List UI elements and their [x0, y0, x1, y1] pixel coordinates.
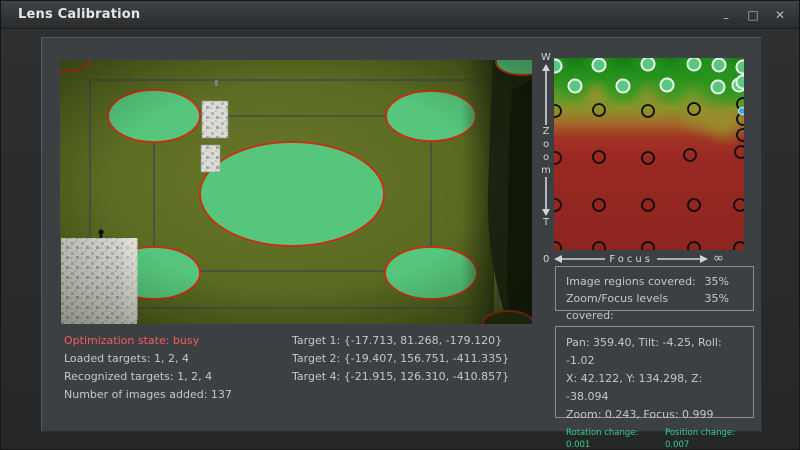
- arrow-down-icon: [540, 177, 552, 217]
- y-axis-tele-label: T: [543, 217, 549, 228]
- coverage-value: 35%: [705, 290, 743, 324]
- close-icon[interactable]: ✕: [773, 8, 787, 22]
- coverage-row: Zoom/Focus levels covered: 35%: [566, 290, 743, 324]
- x-axis-infinity-label: ∞: [713, 254, 724, 264]
- optimization-state: Optimization state: busy: [64, 332, 289, 350]
- heatmap-point-covered: [617, 80, 630, 93]
- heatmap-image: [554, 58, 744, 250]
- position-change: Position change: 0.007: [665, 427, 743, 450]
- heatmap-point-covered: [593, 59, 606, 72]
- telemetry-box: Pan: 359.40, Tilt: -4.25, Roll: -1.02 X:…: [555, 326, 754, 418]
- heatmap-point-covered: [554, 60, 562, 73]
- optics-readout: Zoom: 0.243, Focus: 0.999: [566, 406, 743, 424]
- lens-calibration-window: Lens Calibration – □ ✕: [0, 0, 800, 450]
- target-coordinates: Target 4: {-21.915, 126.310, -410.857}: [292, 368, 537, 386]
- content-panel: W Z o o m T: [41, 37, 762, 432]
- target-coordinates: Target 1: {-17.713, 81.268, -179.120}: [292, 332, 537, 350]
- heatmap-point-covered: [569, 80, 582, 93]
- camera-view-image: [60, 60, 532, 324]
- heatmap-point-covered: [642, 58, 655, 71]
- heatmap-point-covered: [661, 79, 674, 92]
- targets-block: Target 1: {-17.713, 81.268, -179.120} Ta…: [292, 332, 537, 386]
- coverage-value: 35%: [705, 273, 743, 290]
- arrow-up-icon: [540, 63, 552, 125]
- arrow-left-icon: [553, 254, 605, 264]
- pose-readout: Pan: 359.40, Tilt: -4.25, Roll: -1.02: [566, 334, 743, 370]
- status-block: Optimization state: busy Loaded targets:…: [64, 332, 289, 404]
- heatmap-point-covered: [737, 76, 745, 89]
- change-readouts: Rotation change: 0.001 Position change: …: [566, 427, 743, 450]
- arrow-right-icon: [657, 254, 709, 264]
- target-coordinates: Target 2: {-19.407, 156.751, -411.335}: [292, 350, 537, 368]
- heatmap-x-axis: 0 Focus ∞: [543, 251, 753, 267]
- y-axis-zoom-label: Z o o m: [541, 125, 551, 177]
- heatmap-y-axis: W Z o o m T: [538, 52, 554, 252]
- position-readout: X: 42.122, Y: 134.298, Z: -38.094: [566, 370, 743, 406]
- recognized-targets: Recognized targets: 1, 2, 4: [64, 368, 289, 386]
- window-title: Lens Calibration: [18, 7, 140, 22]
- maximize-icon[interactable]: □: [746, 8, 760, 22]
- heatmap-point-covered: [712, 81, 725, 94]
- title-bar[interactable]: Lens Calibration – □ ✕: [1, 1, 800, 29]
- coverage-box: Image regions covered: 35% Zoom/Focus le…: [555, 266, 754, 311]
- camera-view: [60, 60, 532, 324]
- heatmap-point-covered: [713, 59, 726, 72]
- heatmap-point-covered: [688, 58, 701, 71]
- heatmap-current-position-marker: [739, 108, 745, 115]
- window-controls: – □ ✕: [719, 1, 787, 29]
- loaded-targets: Loaded targets: 1, 2, 4: [64, 350, 289, 368]
- coverage-label: Image regions covered:: [566, 273, 696, 290]
- zoom-focus-heatmap: [554, 58, 744, 250]
- minimize-icon[interactable]: –: [719, 11, 733, 25]
- x-axis-zero-label: 0: [543, 254, 549, 265]
- x-axis-focus-label: Focus: [609, 254, 653, 265]
- rotation-change: Rotation change: 0.001: [566, 427, 663, 450]
- coverage-row: Image regions covered: 35%: [566, 273, 743, 290]
- y-axis-wide-label: W: [541, 52, 551, 63]
- coverage-label: Zoom/Focus levels covered:: [566, 290, 705, 324]
- vignette: [60, 60, 532, 324]
- heatmap-point-covered: [737, 61, 745, 74]
- images-added: Number of images added: 137: [64, 386, 289, 404]
